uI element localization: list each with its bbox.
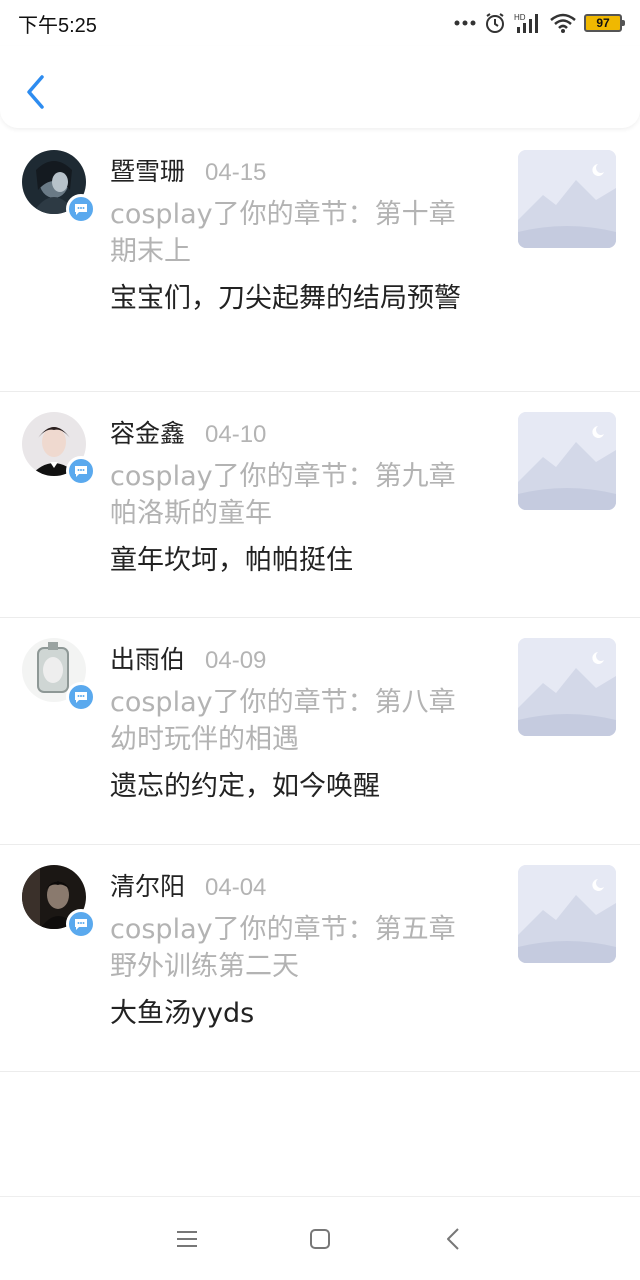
wifi-icon bbox=[550, 13, 576, 33]
action-text[interactable]: cosplay了你的章节：第五章野外训练第二天 bbox=[110, 911, 480, 985]
network-label: HD bbox=[514, 13, 526, 22]
more-dots-icon bbox=[454, 13, 476, 33]
date: 04-10 bbox=[205, 421, 267, 448]
chapter-thumbnail[interactable] bbox=[518, 412, 616, 510]
chapter-thumbnail[interactable] bbox=[518, 865, 616, 963]
system-nav-bar bbox=[0, 1196, 640, 1280]
action-text[interactable]: cosplay了你的章节：第十章期末上 bbox=[110, 196, 480, 270]
battery-icon: 97 bbox=[584, 14, 625, 32]
avatar-wrap bbox=[22, 150, 96, 224]
comment-badge-icon bbox=[66, 194, 96, 224]
user-name[interactable]: 清尔阳 bbox=[110, 867, 185, 903]
comment-text: 宝宝们，刀尖起舞的结局预警 bbox=[110, 283, 461, 314]
item-content: 暨雪珊 04-15 cosplay了你的章节：第十章期末上 宝宝们，刀尖起舞的结… bbox=[110, 152, 480, 317]
status-time: 下午5:25 bbox=[18, 14, 97, 37]
menu-button[interactable] bbox=[163, 1215, 211, 1263]
item-content: 容金鑫 04-10 cosplay了你的章节：第九章帕洛斯的童年 童年坎坷，帕帕… bbox=[110, 414, 480, 579]
header bbox=[0, 46, 640, 128]
item-content: 清尔阳 04-04 cosplay了你的章节：第五章野外训练第二天 大鱼汤yyd… bbox=[110, 867, 480, 1032]
user-name[interactable]: 出雨伯 bbox=[110, 640, 185, 676]
system-back-button[interactable] bbox=[429, 1215, 477, 1263]
chevron-left-icon bbox=[27, 75, 44, 109]
avatar-wrap bbox=[22, 865, 96, 939]
back-button[interactable] bbox=[18, 72, 52, 112]
list-item[interactable]: 出雨伯 04-09 cosplay了你的章节：第八章幼时玩伴的相遇 遗忘的约定，… bbox=[0, 618, 640, 845]
image-placeholder-icon bbox=[518, 638, 616, 736]
chapter-thumbnail[interactable] bbox=[518, 638, 616, 736]
name-row: 容金鑫 04-10 bbox=[110, 414, 480, 450]
image-placeholder-icon bbox=[518, 865, 616, 963]
avatar-wrap bbox=[22, 638, 96, 712]
list-item[interactable]: 暨雪珊 04-15 cosplay了你的章节：第十章期末上 宝宝们，刀尖起舞的结… bbox=[0, 130, 640, 392]
home-button[interactable] bbox=[296, 1215, 344, 1263]
comment-badge-icon bbox=[66, 909, 96, 939]
home-square-icon bbox=[309, 1228, 330, 1249]
chapter-thumbnail[interactable] bbox=[518, 150, 616, 248]
item-content: 出雨伯 04-09 cosplay了你的章节：第八章幼时玩伴的相遇 遗忘的约定，… bbox=[110, 640, 480, 805]
screen: 下午5:25 HD 97 暨雪珊 04-15 cosplay了你的章节：第十章期… bbox=[0, 0, 640, 1280]
action-text[interactable]: cosplay了你的章节：第八章幼时玩伴的相遇 bbox=[110, 684, 480, 758]
action-text[interactable]: cosplay了你的章节：第九章帕洛斯的童年 bbox=[110, 458, 480, 532]
comment-badge-icon bbox=[66, 682, 96, 712]
user-name[interactable]: 暨雪珊 bbox=[110, 152, 185, 188]
list-item[interactable]: 清尔阳 04-04 cosplay了你的章节：第五章野外训练第二天 大鱼汤yyd… bbox=[0, 845, 640, 1072]
comment-text: 遗忘的约定，如今唤醒 bbox=[110, 771, 380, 802]
status-bar: 下午5:25 HD 97 bbox=[0, 0, 640, 46]
date: 04-04 bbox=[205, 874, 267, 901]
alarm-icon bbox=[484, 13, 506, 33]
back-triangle-icon bbox=[447, 1227, 460, 1250]
list-item[interactable]: 容金鑫 04-10 cosplay了你的章节：第九章帕洛斯的童年 童年坎坷，帕帕… bbox=[0, 392, 640, 618]
name-row: 暨雪珊 04-15 bbox=[110, 152, 480, 188]
image-placeholder-icon bbox=[518, 150, 616, 248]
status-icons: HD 97 bbox=[454, 13, 625, 33]
comment-badge-icon bbox=[66, 456, 96, 486]
signal-icon: HD bbox=[514, 13, 542, 33]
name-row: 清尔阳 04-04 bbox=[110, 867, 480, 903]
avatar-wrap bbox=[22, 412, 96, 486]
comment-text: 大鱼汤yyds bbox=[110, 998, 255, 1029]
comment-text: 童年坎坷，帕帕挺住 bbox=[110, 545, 353, 576]
user-name[interactable]: 容金鑫 bbox=[110, 414, 185, 450]
name-row: 出雨伯 04-09 bbox=[110, 640, 480, 676]
date: 04-09 bbox=[205, 647, 267, 674]
date: 04-15 bbox=[205, 159, 267, 186]
notification-list: 暨雪珊 04-15 cosplay了你的章节：第十章期末上 宝宝们，刀尖起舞的结… bbox=[0, 130, 640, 1072]
menu-icon bbox=[176, 1230, 197, 1247]
image-placeholder-icon bbox=[518, 412, 616, 510]
